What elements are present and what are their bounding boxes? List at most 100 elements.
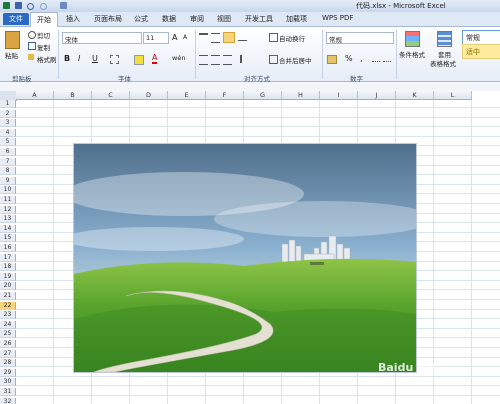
copy-icon[interactable]	[28, 42, 36, 50]
customize-toolbar-icon[interactable]	[60, 2, 67, 9]
orientation-icon[interactable]	[237, 33, 252, 41]
row-header[interactable]: 28	[0, 359, 16, 368]
column-header[interactable]: C	[92, 91, 130, 100]
style-normal-cell[interactable]: 常规	[462, 30, 500, 45]
row-header[interactable]: 13	[0, 215, 16, 224]
row-header[interactable]: 29	[0, 368, 16, 377]
row-header[interactable]: 17	[0, 253, 16, 262]
format-painter-icon[interactable]	[28, 54, 34, 60]
row-header[interactable]: 4	[0, 128, 16, 137]
column-header[interactable]: J	[358, 91, 396, 100]
tab-review[interactable]: 审阅	[190, 14, 204, 24]
font-name-select[interactable]: 宋体	[62, 32, 142, 44]
fill-color-icon[interactable]	[134, 55, 144, 65]
save-icon[interactable]	[15, 2, 22, 9]
shrink-font-button[interactable]: A	[183, 34, 187, 41]
underline-button[interactable]: U	[92, 54, 98, 63]
align-top-icon[interactable]	[199, 33, 208, 43]
tab-page-layout[interactable]: 页面布局	[94, 14, 122, 24]
paste-icon[interactable]	[5, 31, 20, 49]
tab-developer[interactable]: 开发工具	[245, 14, 273, 24]
phonetic-button[interactable]: wén	[172, 54, 185, 62]
align-bottom-icon[interactable]	[223, 32, 235, 43]
row-header[interactable]: 1	[0, 100, 16, 108]
row-header[interactable]: 23	[0, 311, 16, 320]
cut-button[interactable]: 剪切	[37, 30, 50, 40]
column-header[interactable]: K	[396, 91, 434, 100]
wrap-text-button[interactable]: 自动换行	[279, 33, 305, 43]
row-header[interactable]: 26	[0, 340, 16, 348]
grow-font-button[interactable]: A	[172, 33, 177, 42]
format-table-icon[interactable]	[437, 31, 452, 47]
row-header[interactable]: 25	[0, 330, 16, 339]
align-right-icon[interactable]	[223, 55, 232, 65]
undo-icon[interactable]	[27, 3, 34, 10]
landscape-picture[interactable]	[73, 143, 417, 373]
conditional-format-icon[interactable]	[405, 31, 420, 47]
row-header[interactable]: 21	[0, 292, 16, 300]
increase-decimal-icon[interactable]	[372, 55, 380, 62]
column-header[interactable]: F	[206, 91, 244, 100]
paste-button-label[interactable]: 粘贴	[5, 50, 18, 60]
style-neutral-cell[interactable]: 适中	[462, 44, 500, 59]
tab-insert[interactable]: 插入	[66, 14, 80, 24]
row-header[interactable]: 12	[0, 205, 16, 214]
row-header[interactable]: 6	[0, 148, 16, 156]
align-center-icon[interactable]	[211, 55, 220, 65]
worksheet-grid[interactable]: ABCDEFGHIJKL 1 2 3 4 5 6 7 8 9 10 11 12 13 14 15 16 17 18…	[0, 91, 500, 404]
conditional-format-button[interactable]: 条件格式	[399, 49, 425, 59]
row-header[interactable]: 3	[0, 119, 16, 128]
column-header[interactable]: D	[130, 91, 168, 100]
column-header[interactable]: H	[282, 91, 320, 100]
row-header-selected[interactable]: 22	[0, 301, 16, 310]
align-middle-icon[interactable]	[211, 33, 220, 43]
column-header[interactable]: E	[168, 91, 206, 100]
row-header[interactable]: 2	[0, 109, 16, 118]
merge-center-button[interactable]: 合并后居中	[279, 55, 312, 65]
tab-wps-pdf[interactable]: WPS PDF	[322, 14, 353, 22]
column-header[interactable]: B	[54, 91, 92, 100]
tab-data[interactable]: 数据	[162, 14, 176, 24]
row-header[interactable]: 15	[0, 234, 16, 243]
format-table-button-line2[interactable]: 表格格式	[430, 58, 456, 68]
align-left-icon[interactable]	[199, 55, 208, 65]
copy-button[interactable]: 复制	[37, 42, 50, 52]
redo-icon[interactable]	[40, 3, 47, 10]
bold-button[interactable]: B	[64, 54, 70, 63]
tab-view[interactable]: 视图	[217, 14, 231, 24]
tab-file[interactable]: 文件	[3, 13, 29, 25]
font-color-button[interactable]: A	[152, 53, 158, 64]
border-icon[interactable]	[110, 55, 119, 64]
decrease-decimal-icon[interactable]	[383, 55, 391, 62]
row-header[interactable]: 10	[0, 186, 16, 195]
tab-addins[interactable]: 加载项	[286, 14, 307, 24]
row-header[interactable]: 14	[0, 224, 16, 233]
column-header[interactable]: L	[434, 91, 472, 100]
row-header[interactable]: 30	[0, 378, 16, 387]
italic-button[interactable]: I	[78, 54, 80, 63]
column-header[interactable]: I	[320, 91, 358, 100]
row-header[interactable]: 9	[0, 176, 16, 185]
row-header[interactable]: 18	[0, 263, 16, 272]
row-header[interactable]: 7	[0, 157, 16, 166]
row-header[interactable]: 27	[0, 349, 16, 358]
number-format-select[interactable]: 常规	[326, 32, 394, 44]
cut-icon[interactable]	[28, 31, 36, 39]
tab-formulas[interactable]: 公式	[134, 14, 148, 24]
row-header[interactable]: 24	[0, 320, 16, 329]
row-header[interactable]: 19	[0, 272, 16, 281]
row-header[interactable]: 5	[0, 138, 16, 147]
column-header[interactable]: A	[16, 91, 54, 100]
merge-center-icon[interactable]	[269, 55, 278, 64]
column-header[interactable]: G	[244, 91, 282, 100]
row-header[interactable]: 20	[0, 282, 16, 291]
tab-home[interactable]: 开始	[30, 12, 58, 27]
currency-icon[interactable]	[327, 55, 337, 64]
comma-button[interactable]: ,	[360, 54, 363, 63]
wrap-text-icon[interactable]	[269, 33, 278, 42]
row-header[interactable]: 16	[0, 244, 16, 252]
format-painter-button[interactable]: 格式刷	[37, 54, 57, 64]
row-header[interactable]: 11	[0, 196, 16, 204]
row-header[interactable]: 8	[0, 167, 16, 176]
row-header[interactable]: 31	[0, 388, 16, 396]
